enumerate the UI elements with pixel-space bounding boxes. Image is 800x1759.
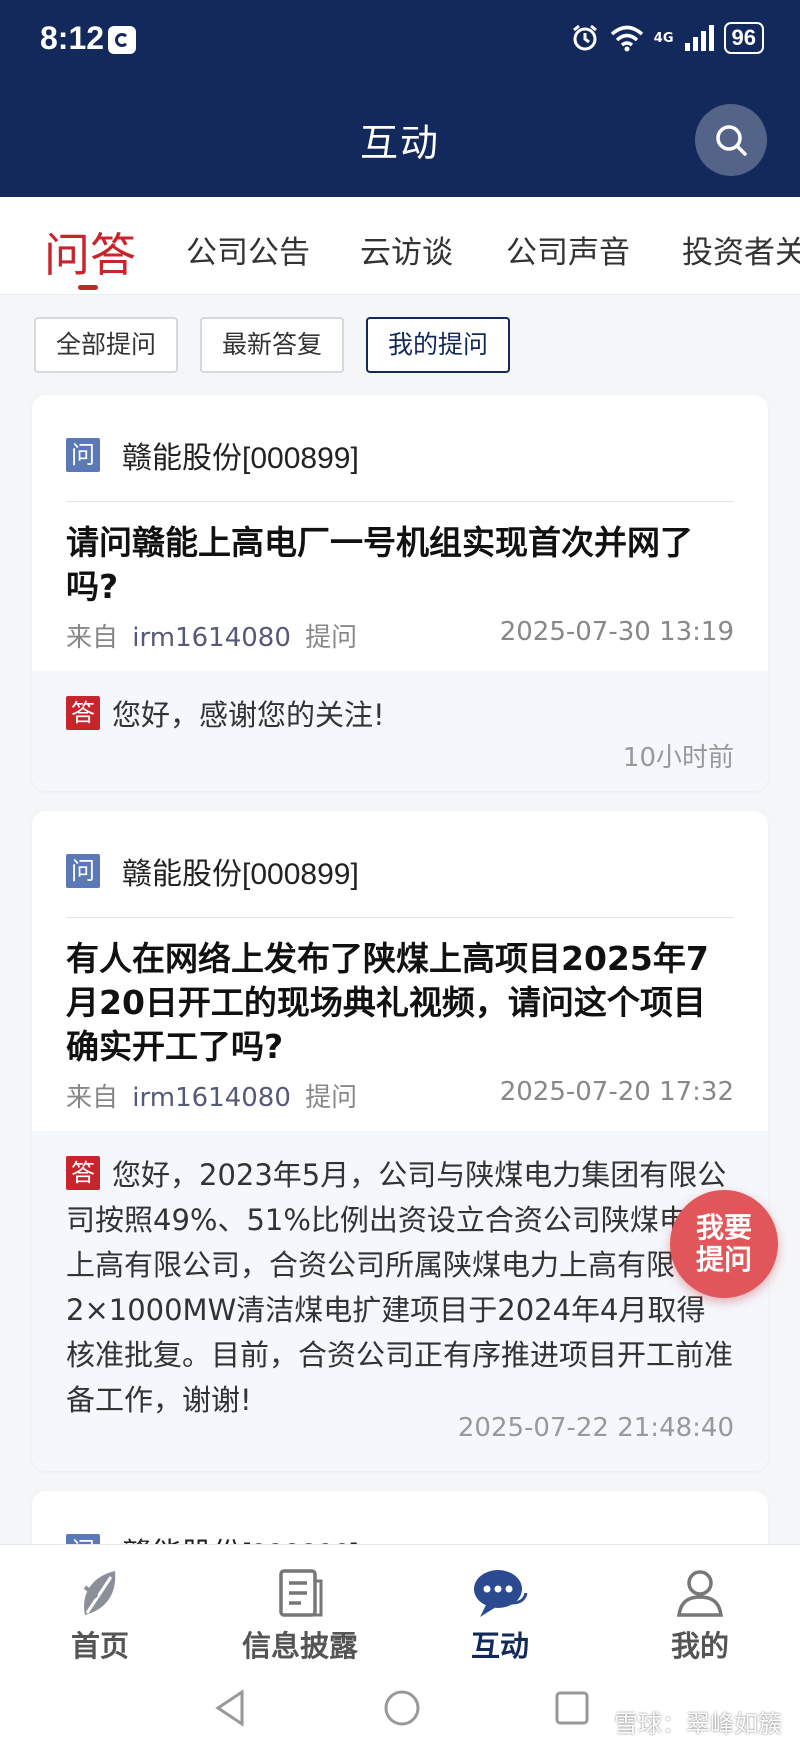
- nav-home[interactable]: 首页: [30, 1567, 170, 1665]
- question-date: 2025-07-20 17:32: [499, 1077, 734, 1107]
- from-prefix: 来自: [66, 1083, 119, 1113]
- category-tabs: 问答 公司公告 云访谈 公司声音 投资者关: [0, 197, 800, 295]
- tab-company-voice[interactable]: 公司声音: [506, 227, 630, 272]
- network-type: 4G: [653, 30, 674, 46]
- ask-button-line1: 我要: [695, 1211, 752, 1244]
- document-icon: [279, 1569, 323, 1617]
- question-filters: 全部提问 最新答复 我的提问: [34, 317, 511, 373]
- page-title: 互动: [359, 121, 440, 165]
- question-meta: 来自 irm1614080 提问 2025-07-30 13:19: [66, 617, 734, 654]
- bottom-navigation: 首页 信息披露 互动 我的: [0, 1544, 800, 1664]
- answer-text-row: 答您好，感谢您的关注!: [66, 693, 734, 738]
- question-badge: 问: [66, 438, 100, 472]
- divider: [66, 917, 734, 918]
- answer-time: 10小时前: [622, 743, 734, 773]
- leaf-icon: [83, 1571, 116, 1615]
- chat-bubble-icon: [474, 1570, 528, 1617]
- answer-text: 您好，感谢您的关注!: [112, 698, 385, 732]
- question-meta: 来自 irm1614080 提问 2025-07-20 17:32: [66, 1077, 734, 1114]
- question-header: 问 赣能股份[000899]: [66, 849, 359, 893]
- home-icon[interactable]: [382, 1688, 422, 1728]
- nav-disclosure[interactable]: 信息披露: [230, 1567, 370, 1665]
- recents-icon[interactable]: [552, 1688, 592, 1728]
- ask-button-line2: 提问: [695, 1243, 752, 1276]
- nav-mine-label: 我的: [670, 1629, 729, 1663]
- filter-latest-answers[interactable]: 最新答复: [200, 317, 345, 373]
- nav-mine[interactable]: 我的: [630, 1567, 770, 1665]
- nav-disclosure-label: 信息披露: [241, 1629, 358, 1663]
- asker-username[interactable]: irm1614080: [132, 623, 291, 653]
- status-bar: 8:12 4G 96: [0, 0, 800, 80]
- company-name[interactable]: 赣能股份[000899]: [122, 433, 359, 477]
- question-header: 问 赣能股份[000899]: [66, 433, 359, 477]
- filter-all-questions[interactable]: 全部提问: [34, 317, 179, 373]
- person-icon: [676, 1570, 724, 1617]
- app-header: 8:12 4G 96 互动: [0, 0, 800, 197]
- nav-home-label: 首页: [70, 1629, 129, 1663]
- answer-badge: 答: [66, 696, 100, 730]
- back-icon[interactable]: [212, 1688, 248, 1728]
- answer-badge: 答: [66, 1156, 100, 1190]
- status-icons: 4G 96: [570, 22, 764, 54]
- answer-block: 答您好，2023年5月，公司与陕煤电力集团有限公司按照49%、51%比例出资设立…: [32, 1131, 768, 1471]
- signal-icon: [684, 25, 714, 51]
- tab-cloud-interview[interactable]: 云访谈: [360, 227, 453, 272]
- tab-investor-relations[interactable]: 投资者关: [682, 227, 800, 272]
- alarm-icon: [572, 24, 597, 51]
- watermark: 雪球：翠峰如簇: [614, 1710, 782, 1738]
- qa-card[interactable]: 问 赣能股份[000899] 请问赣能上高电厂一号机组实现首次并网了吗? 来自 …: [32, 395, 768, 791]
- from-prefix: 来自: [66, 623, 119, 653]
- answer-text: 您好，2023年5月，公司与陕煤电力集团有限公司按照49%、51%比例出资设立合…: [66, 1158, 734, 1417]
- question-text: 请问赣能上高电厂一号机组实现首次并网了吗?: [66, 523, 693, 606]
- search-button[interactable]: [695, 104, 767, 176]
- tab-qa[interactable]: 问答: [44, 219, 136, 285]
- answer-time: 2025-07-22 21:48:40: [457, 1413, 734, 1443]
- answer-text-row: 答您好，2023年5月，公司与陕煤电力集团有限公司按照49%、51%比例出资设立…: [66, 1153, 734, 1423]
- search-icon: [716, 125, 747, 156]
- status-time: 8:12: [40, 20, 105, 56]
- tab-announcements[interactable]: 公司公告: [186, 227, 310, 272]
- asker-username[interactable]: irm1614080: [132, 1083, 291, 1113]
- question-date: 2025-07-30 13:19: [499, 617, 734, 647]
- question-text: 有人在网络上发布了陕煤上高项目2025年7月20日开工的现场典礼视频，请问这个项…: [66, 939, 709, 1066]
- ask-question-button[interactable]: 我要 提问: [670, 1190, 778, 1298]
- answer-block: 答您好，感谢您的关注! 10小时前: [32, 671, 768, 791]
- from-suffix: 提问: [305, 1083, 358, 1113]
- active-tab-indicator: [78, 285, 98, 290]
- qa-card[interactable]: 问 赣能股份[000899] 有人在网络上发布了陕煤上高项目2025年7月20日…: [32, 811, 768, 1471]
- company-name[interactable]: 赣能股份[000899]: [122, 849, 359, 893]
- app-notification-icon: [108, 26, 136, 54]
- nav-interaction-label: 互动: [470, 1629, 529, 1663]
- nav-interaction[interactable]: 互动: [430, 1567, 570, 1665]
- wifi-icon: [610, 25, 643, 52]
- divider: [66, 501, 734, 502]
- question-badge: 问: [66, 854, 100, 888]
- battery-indicator: 96: [723, 22, 764, 54]
- from-suffix: 提问: [305, 623, 358, 653]
- filter-my-questions[interactable]: 我的提问: [366, 317, 511, 373]
